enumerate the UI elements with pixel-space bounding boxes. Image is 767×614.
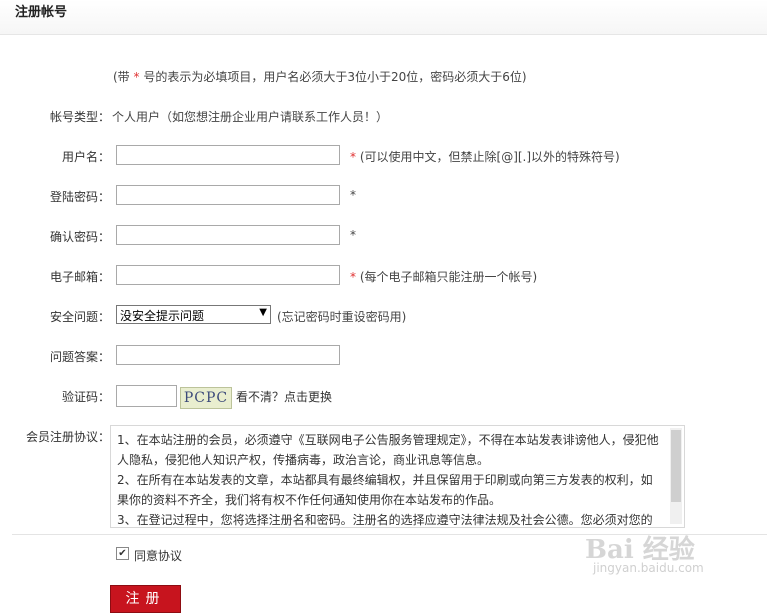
security-answer-input[interactable] [116,345,340,365]
captcha-refresh-link[interactable]: 看不清？点击更换 [236,388,332,405]
password-required-star: * [350,188,356,202]
agreement-textbox[interactable]: 1、在本站注册的会员，必须遵守《互联网电子公告服务管理规定》，不得在本站发表诽谤… [110,425,685,528]
page-title: 注册帐号 [15,5,68,20]
captcha-input[interactable] [116,385,177,407]
note-suffix: 号的表示为必填项目，用户名必须大于3位小于20位，密码必须大于6位) [139,70,527,84]
email-label: 电子邮箱： [49,270,110,284]
note-prefix: (带 [113,70,134,84]
required-note: (带 * 号的表示为必填项目，用户名必须大于3位小于20位，密码必须大于6位) [113,68,527,85]
agreement-paragraph-2: 2、在所有在本站发表的文章，本站都具有最终编辑权，并且保留用于印刷或向第三方发表… [117,473,653,507]
security-question-selected: 没安全提示问题 [120,309,205,323]
agree-label[interactable]: 同意协议 [134,547,182,564]
register-button[interactable]: 注册 [110,585,181,613]
agreement-paragraph-1: 1、在本站注册的会员，必须遵守《互联网电子公告服务管理规定》，不得在本站发表诽谤… [117,433,659,467]
agreement-paragraph-3: 3、在登记过程中，您将选择注册名和密码。注册名的选择应遵守法律法规及社会公德。您… [117,513,653,527]
security-answer-label: 问题答案： [49,350,110,364]
security-question-hint: (忘记密码时重设密码用) [277,310,407,324]
username-input[interactable] [116,145,340,165]
account-type-label: 帐号类型： [49,110,110,124]
checkmark-icon: ✔ [118,548,127,559]
username-label: 用户名： [61,150,110,164]
baidu-jingyan-watermark: Bai 经验 jingyan.baidu.com [585,527,765,577]
agreement-scrollbar[interactable] [670,428,682,524]
security-question-select[interactable]: 没安全提示问题 ▼ [116,305,271,324]
security-question-label: 安全问题： [49,310,110,324]
username-hint-text: (可以使用中文，但禁止除[@][.]以外的特殊符号) [359,150,620,164]
confirm-password-required-star: * [350,228,356,242]
agreement-label: 会员注册协议： [25,430,110,444]
username-hint: * (可以使用中文，但禁止除[@][.]以外的特殊符号) [350,148,620,165]
confirm-password-label: 确认密码： [49,230,110,244]
captcha-label: 验证码： [61,390,110,404]
scrollbar-thumb[interactable] [671,430,681,502]
email-required-star: * [350,270,356,284]
confirm-password-input[interactable] [116,225,340,245]
page-header: 注册帐号 [0,0,767,35]
password-input[interactable] [116,185,340,205]
email-input[interactable] [116,265,340,285]
account-type-value: 个人用户（如您想注册企业用户请联系工作人员！） [112,110,389,124]
dropdown-arrow-icon: ▼ [259,307,267,318]
username-required-star: * [350,150,356,164]
agree-checkbox[interactable]: ✔ [116,547,129,560]
watermark-url: jingyan.baidu.com [593,561,704,575]
password-label: 登陆密码： [49,190,110,204]
email-hint-text: (每个电子邮箱只能注册一个帐号) [359,270,538,284]
email-hint: * (每个电子邮箱只能注册一个帐号) [350,268,537,285]
captcha-image[interactable]: PCPC [180,387,232,409]
agreement-text: 1、在本站注册的会员，必须遵守《互联网电子公告服务管理规定》，不得在本站发表诽谤… [117,430,662,527]
